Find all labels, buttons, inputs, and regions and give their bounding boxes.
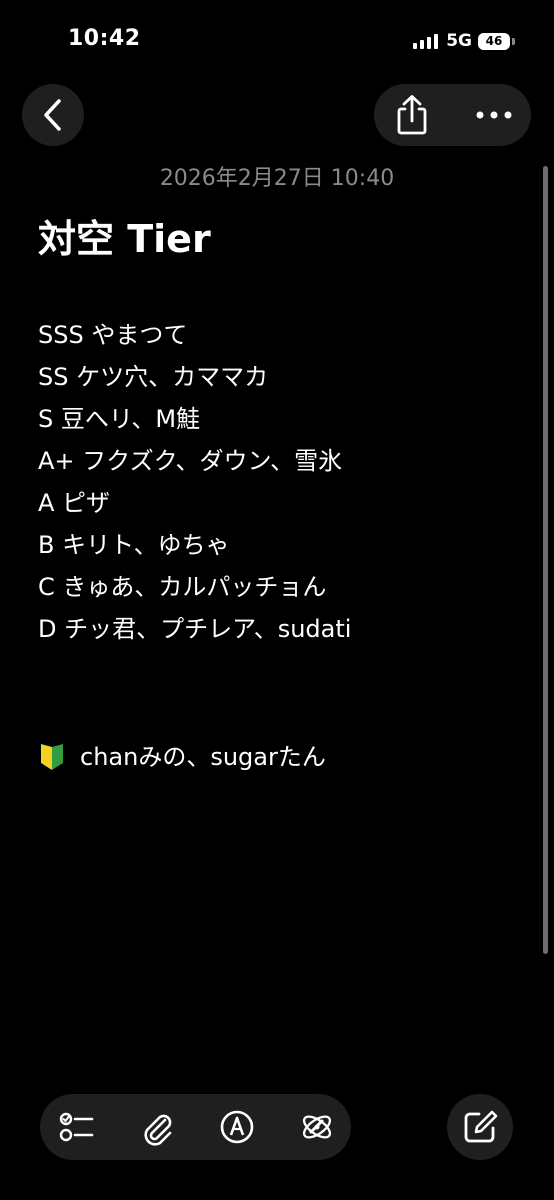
note-date: 2026年2月27日 10:40 [159, 166, 395, 191]
note-body[interactable]: SSS やまつて SS ケツ穴、カママカ S 豆へリ、M鮭 A+ フクズク、ダウ… [38, 314, 528, 650]
share-icon[interactable] [392, 94, 432, 136]
note-line: S 豆へリ、M鮭 [38, 405, 201, 433]
note-line: SS ケツ穴、カママカ [38, 363, 269, 391]
compose-button[interactable] [447, 1094, 513, 1160]
note-footer-line[interactable]: chanみの、sugarたん [38, 736, 326, 778]
network-type: 5G [446, 31, 472, 51]
note-title[interactable]: 対空 Tier [38, 208, 211, 263]
bottom-toolbar [40, 1094, 351, 1160]
checklist-icon[interactable] [58, 1108, 96, 1146]
ellipsis-icon[interactable] [472, 94, 516, 136]
note-line: B キリト、ゆちゃ [38, 531, 230, 559]
attachment-icon[interactable] [138, 1108, 176, 1146]
note-footer-text: chanみの、sugarたん [80, 743, 326, 771]
scrollbar[interactable] [543, 166, 548, 954]
notes-screen: 10:42 5G 46 2026年2月27日 10:40 対空 Tier SSS… [0, 0, 554, 1200]
writing-tools-icon[interactable] [298, 1108, 336, 1146]
beginner-mark-icon [41, 744, 63, 770]
back-button[interactable] [22, 84, 84, 146]
battery-icon: 46 [478, 32, 515, 50]
chevron-left-icon [44, 99, 61, 131]
markup-icon[interactable] [218, 1108, 256, 1146]
compose-icon [464, 1110, 498, 1143]
signal-icon [413, 33, 439, 49]
note-line: C きゅあ、カルパッチョん [38, 573, 327, 601]
status-time: 10:42 [68, 26, 141, 51]
note-line: D チッ君、プチレア、sudati [38, 615, 352, 643]
note-line: A+ フクズク、ダウン、雪氷 [38, 447, 343, 475]
status-indicators: 5G 46 [413, 31, 515, 51]
note-actions [374, 84, 531, 146]
note-line: A ピザ [38, 489, 111, 517]
note-line: SSS やまつて [38, 321, 188, 349]
